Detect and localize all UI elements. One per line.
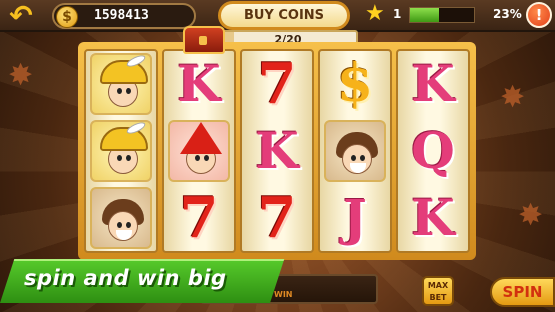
coin-balance: 1598413 (94, 8, 149, 23)
max-bet-label-line1: MAX (427, 281, 449, 290)
alert-button[interactable]: ! (526, 2, 552, 28)
xp-bar-fill (410, 8, 439, 22)
top-bar: ↶ $ 1598413 BUY COINS ★ 1 23% ! (0, 0, 555, 32)
xp-percent: 23% (493, 7, 522, 21)
reels-frame: K 7 7 K 7 $ J K Q K (78, 42, 476, 260)
promo-banner-text: spin and win big (24, 266, 227, 290)
max-bet-label-line2: BET (429, 293, 447, 302)
treasure-chest-icon[interactable] (183, 26, 225, 54)
symbol-k: K (411, 54, 455, 114)
spark-icon: ✸ (518, 198, 544, 233)
buy-coins-button[interactable]: BUY COINS (218, 1, 350, 30)
spark-icon: ✸ (8, 58, 34, 93)
bearded-man-icon (90, 186, 152, 249)
level-progress: ★ 1 (365, 1, 475, 28)
spark-icon: ✸ (500, 80, 526, 115)
star-icon: ★ (365, 1, 385, 26)
musketeer-gold-hat-icon (90, 53, 152, 116)
reel-1 (84, 49, 158, 253)
reel-4: $ J (318, 49, 392, 253)
symbol-seven: 7 (257, 184, 297, 251)
dollar-coin-icon: $ (56, 6, 78, 28)
coin-balance-box: $ 1598413 (52, 3, 196, 29)
symbol-j: J (343, 187, 367, 247)
undo-arrow-icon[interactable]: ↶ (4, 2, 38, 30)
max-bet-button[interactable]: MAX BET (422, 276, 454, 306)
symbol-seven: 7 (179, 184, 219, 251)
xp-bar (409, 7, 475, 23)
symbol-dollar: $ (336, 53, 374, 115)
symbol-k: K (411, 187, 455, 247)
reels: K 7 7 K 7 $ J K Q K (84, 49, 470, 253)
spin-button[interactable]: SPIN (490, 277, 555, 307)
symbol-k: K (255, 120, 299, 180)
reel-5: KQK (396, 49, 470, 253)
symbol-q: Q (411, 120, 455, 180)
bearded-man-icon (324, 119, 386, 182)
reel-3: 7K7 (240, 49, 314, 253)
player-level: 1 (393, 7, 402, 21)
symbol-seven: 7 (257, 51, 297, 118)
win-label: WIN (274, 290, 293, 299)
symbol-k: K (177, 54, 221, 114)
musketeer-gold-hat-icon (90, 119, 152, 182)
reel-2: K7 (162, 49, 236, 253)
red-wizard-icon (168, 119, 230, 182)
